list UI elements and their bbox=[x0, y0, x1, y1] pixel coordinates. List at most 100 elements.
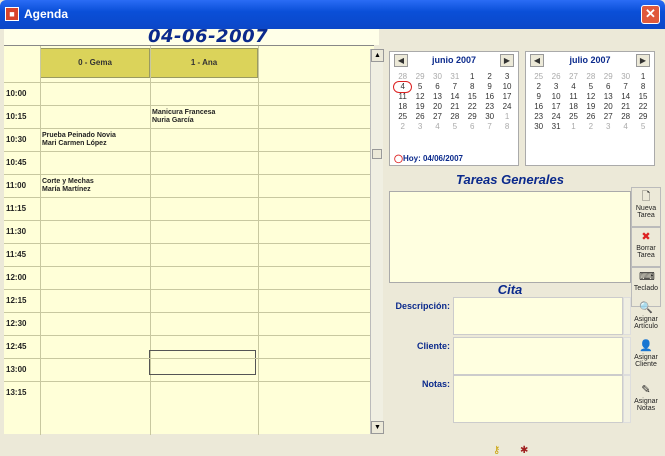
calendar-day[interactable]: 28 bbox=[394, 72, 411, 82]
appointment[interactable]: Manicura Francesa Nuria García bbox=[152, 109, 215, 125]
calendar-day[interactable]: 28 bbox=[446, 112, 463, 122]
calendar-day[interactable]: 19 bbox=[411, 102, 428, 112]
key-icon[interactable]: ⚷ bbox=[493, 445, 500, 456]
appointment[interactable]: Corte y Mechas María Martínez bbox=[42, 178, 94, 194]
calendar-day[interactable]: 17 bbox=[547, 102, 564, 112]
calendar-day[interactable]: 3 bbox=[547, 82, 564, 92]
calendar-day[interactable]: 29 bbox=[600, 72, 617, 82]
selected-cell[interactable] bbox=[149, 350, 256, 375]
descripcion-scrollbar[interactable] bbox=[623, 297, 631, 335]
calendar-day[interactable]: 22 bbox=[634, 102, 651, 112]
calendar-day[interactable]: 4 bbox=[392, 81, 413, 93]
calendar-day[interactable]: 8 bbox=[464, 82, 481, 92]
calendar-day[interactable]: 28 bbox=[617, 112, 634, 122]
column-header-gema[interactable]: 0 - Gema bbox=[40, 48, 150, 78]
scroll-up-icon[interactable]: ▲ bbox=[371, 49, 384, 62]
next-month-icon[interactable]: ▶ bbox=[500, 54, 514, 67]
calendar-day[interactable]: 21 bbox=[446, 102, 463, 112]
calendar-day[interactable]: 6 bbox=[464, 122, 481, 132]
calendar-day[interactable]: 10 bbox=[547, 92, 564, 102]
asignar-notas-button[interactable]: ✎ Asignar Notas bbox=[631, 381, 661, 415]
calendar-day[interactable]: 29 bbox=[464, 112, 481, 122]
calendar-day[interactable]: 23 bbox=[530, 112, 547, 122]
calendar-day[interactable]: 6 bbox=[429, 82, 446, 92]
calendar-day[interactable]: 27 bbox=[600, 112, 617, 122]
calendar-day[interactable]: 20 bbox=[600, 102, 617, 112]
tools-icon[interactable]: ✱ bbox=[520, 445, 528, 456]
calendar-day[interactable]: 22 bbox=[464, 102, 481, 112]
calendar-day[interactable]: 18 bbox=[565, 102, 582, 112]
calendar-day[interactable]: 29 bbox=[411, 72, 428, 82]
calendar-day[interactable]: 7 bbox=[446, 82, 463, 92]
calendar-day[interactable]: 26 bbox=[582, 112, 599, 122]
calendar-day[interactable]: 3 bbox=[411, 122, 428, 132]
calendar-day[interactable]: 2 bbox=[530, 82, 547, 92]
calendar-day[interactable]: 16 bbox=[530, 102, 547, 112]
calendar-day[interactable]: 2 bbox=[481, 72, 498, 82]
calendar-day[interactable]: 15 bbox=[634, 92, 651, 102]
scroll-down-icon[interactable]: ▼ bbox=[371, 421, 384, 434]
notas-field[interactable] bbox=[453, 375, 623, 423]
calendar-july[interactable]: ◀ julio 2007 ▶ 25 26 27 28 29 30 1 2 3 4 5 6 7 8 9 10 11… bbox=[525, 51, 655, 166]
calendar-day[interactable]: 24 bbox=[498, 102, 515, 112]
scroll-thumb[interactable] bbox=[372, 149, 382, 159]
calendar-day[interactable]: 26 bbox=[411, 112, 428, 122]
calendar-day[interactable]: 5 bbox=[582, 82, 599, 92]
calendar-day[interactable]: 19 bbox=[582, 102, 599, 112]
calendar-june[interactable]: ◀ junio 2007 ▶ 28 29 30 31 1 2 3 4 5 6 7 8 9 10 11 12 13… bbox=[389, 51, 519, 166]
calendar-day[interactable]: 13 bbox=[600, 92, 617, 102]
calendar-day[interactable]: 31 bbox=[547, 122, 564, 132]
calendar-day[interactable]: 28 bbox=[582, 72, 599, 82]
calendar-day[interactable]: 6 bbox=[600, 82, 617, 92]
calendar-days[interactable]: 25 26 27 28 29 30 1 2 3 4 5 6 7 8 9 10 11 12 13 14 15 16 17 18 1… bbox=[530, 72, 652, 132]
calendar-day[interactable]: 17 bbox=[498, 92, 515, 102]
calendar-day[interactable]: 12 bbox=[411, 92, 428, 102]
calendar-day[interactable]: 4 bbox=[429, 122, 446, 132]
asignar-articulo-button[interactable]: 🔍 Asignar Artículo bbox=[631, 299, 661, 333]
calendar-day[interactable]: 25 bbox=[394, 112, 411, 122]
calendar-day[interactable]: 25 bbox=[530, 72, 547, 82]
calendar-day[interactable]: 30 bbox=[429, 72, 446, 82]
descripcion-field[interactable] bbox=[453, 297, 623, 335]
calendar-day[interactable]: 8 bbox=[498, 122, 515, 132]
calendar-day[interactable]: 10 bbox=[498, 82, 515, 92]
today-label[interactable]: ◯Hoy: 04/06/2007 bbox=[394, 154, 463, 163]
calendar-day[interactable]: 5 bbox=[411, 82, 428, 92]
calendar-day[interactable]: 23 bbox=[481, 102, 498, 112]
calendar-day[interactable]: 15 bbox=[464, 92, 481, 102]
calendar-day[interactable]: 4 bbox=[617, 122, 634, 132]
nueva-tarea-button[interactable]: 🗋 Nueva Tarea bbox=[631, 187, 661, 227]
calendar-day[interactable]: 24 bbox=[547, 112, 564, 122]
calendar-day[interactable]: 1 bbox=[565, 122, 582, 132]
calendar-day[interactable]: 29 bbox=[634, 112, 651, 122]
calendar-day[interactable]: 9 bbox=[530, 92, 547, 102]
notas-scrollbar[interactable] bbox=[623, 375, 631, 423]
calendar-days[interactable]: 28 29 30 31 1 2 3 4 5 6 7 8 9 10 11 12 13 14 15 16 17 18 19 20 2… bbox=[392, 72, 516, 132]
calendar-day[interactable]: 7 bbox=[481, 122, 498, 132]
borrar-tarea-button[interactable]: ✖ Borrar Tarea bbox=[631, 227, 661, 267]
calendar-day[interactable]: 2 bbox=[582, 122, 599, 132]
calendar-day[interactable]: 11 bbox=[565, 92, 582, 102]
asignar-cliente-button[interactable]: 👤 Asignar Cliente bbox=[631, 337, 661, 371]
calendar-day[interactable]: 9 bbox=[481, 82, 498, 92]
calendar-day[interactable]: 3 bbox=[600, 122, 617, 132]
calendar-day[interactable]: 1 bbox=[634, 72, 651, 82]
calendar-day[interactable]: 12 bbox=[582, 92, 599, 102]
calendar-day[interactable]: 5 bbox=[446, 122, 463, 132]
calendar-day[interactable]: 30 bbox=[530, 122, 547, 132]
calendar-day[interactable]: 14 bbox=[446, 92, 463, 102]
calendar-day[interactable]: 14 bbox=[617, 92, 634, 102]
agenda-scrollbar[interactable]: ▲ ▼ bbox=[370, 49, 384, 434]
calendar-day[interactable]: 16 bbox=[481, 92, 498, 102]
cliente-scrollbar[interactable] bbox=[623, 337, 631, 375]
calendar-day[interactable]: 11 bbox=[394, 92, 411, 102]
calendar-day[interactable]: 21 bbox=[617, 102, 634, 112]
cliente-field[interactable] bbox=[453, 337, 623, 375]
calendar-day[interactable]: 20 bbox=[429, 102, 446, 112]
appointment[interactable]: Prueba Peinado Novia Mari Carmen López bbox=[42, 132, 116, 148]
calendar-day[interactable]: 8 bbox=[634, 82, 651, 92]
tareas-list[interactable] bbox=[389, 191, 631, 283]
calendar-day[interactable]: 25 bbox=[565, 112, 582, 122]
calendar-day[interactable]: 3 bbox=[498, 72, 515, 82]
calendar-day[interactable]: 1 bbox=[498, 112, 515, 122]
